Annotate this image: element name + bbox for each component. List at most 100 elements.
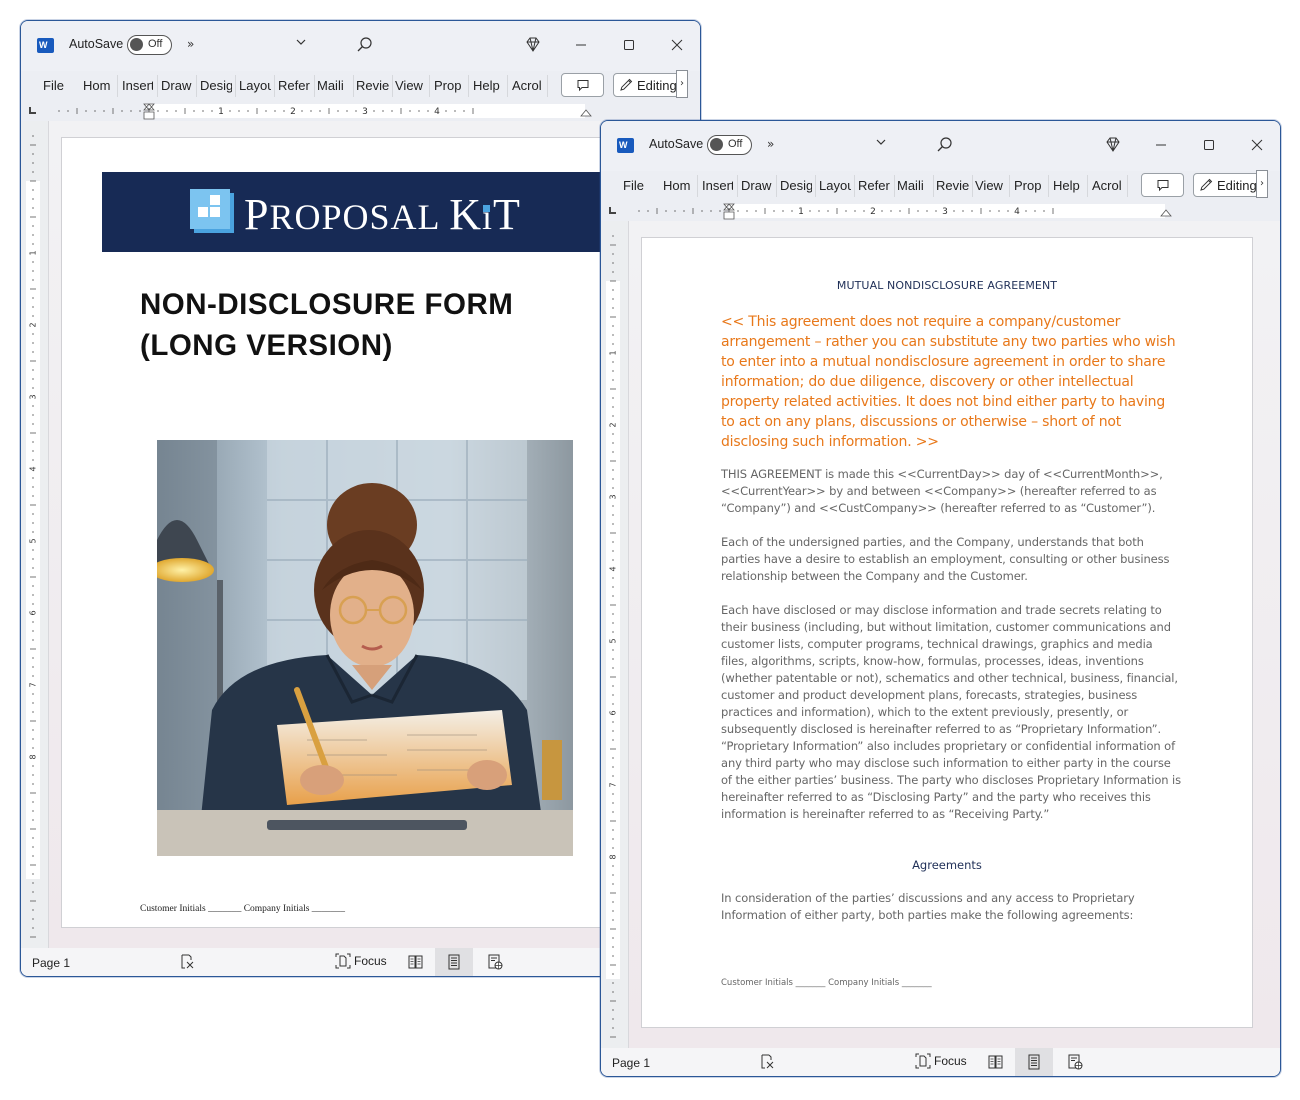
- web-layout-button[interactable]: [1066, 1053, 1084, 1071]
- comments-button[interactable]: [561, 73, 604, 97]
- tab-layout[interactable]: Layou: [819, 177, 851, 195]
- comment-icon: [577, 80, 588, 92]
- document-page[interactable]: MUTUAL NONDISCLOSURE AGREEMENT << This a…: [641, 237, 1253, 1028]
- minimize-button[interactable]: [1149, 133, 1173, 157]
- right-indent-marker[interactable]: [580, 109, 592, 117]
- tab-separator: [737, 175, 738, 197]
- tab-separator: [235, 75, 236, 97]
- tab-file[interactable]: File: [43, 77, 67, 95]
- close-button[interactable]: [665, 33, 689, 57]
- title-line-2: (LONG VERSION): [140, 329, 393, 362]
- autosave-state: Off: [148, 38, 163, 50]
- ribbon-overflow-button[interactable]: ›: [676, 70, 688, 98]
- search-icon: [937, 137, 952, 152]
- tab-home[interactable]: Hom: [663, 177, 693, 195]
- web-layout-button[interactable]: [486, 953, 504, 971]
- read-mode-icon: [408, 955, 423, 969]
- search-button[interactable]: [935, 135, 955, 155]
- autosave-toggle[interactable]: Off: [127, 35, 172, 55]
- tab-properties[interactable]: Prop: [434, 77, 465, 95]
- toggle-knob: [710, 138, 723, 151]
- editing-label: Editing: [1217, 177, 1257, 193]
- horizontal-ruler[interactable]: 1 2 3 4: [601, 201, 1280, 221]
- maximize-button[interactable]: [1197, 133, 1221, 157]
- tab-draw[interactable]: Draw: [161, 77, 193, 95]
- tab-design[interactable]: Desig: [780, 177, 812, 195]
- page-number[interactable]: Page 1: [32, 956, 70, 970]
- ruler-number: 6: [609, 710, 618, 715]
- tab-separator: [507, 75, 508, 97]
- tab-insert[interactable]: Insert: [702, 177, 733, 195]
- tab-home[interactable]: Hom: [83, 77, 113, 95]
- tab-separator: [815, 175, 816, 197]
- tab-help[interactable]: Help: [473, 77, 503, 95]
- premium-button[interactable]: [523, 35, 543, 55]
- vertical-ruler[interactable]: 1 2 3 4 5 6 7 8: [601, 221, 629, 1048]
- accessibility-button[interactable]: [759, 1053, 777, 1071]
- tab-insert[interactable]: Insert: [122, 77, 153, 95]
- print-layout-button[interactable]: [445, 953, 463, 971]
- chevron-down-icon: [296, 39, 306, 45]
- horizontal-ruler[interactable]: 1 2 3 4: [21, 101, 700, 121]
- tab-file[interactable]: File: [623, 177, 647, 195]
- tab-references[interactable]: Refer: [858, 177, 891, 195]
- close-button[interactable]: [1245, 133, 1269, 157]
- ribbon-overflow-button[interactable]: ›: [1256, 170, 1268, 198]
- accessibility-check-icon: [181, 954, 194, 969]
- toggle-knob: [130, 38, 143, 51]
- focus-button[interactable]: Focus: [335, 953, 387, 969]
- tab-acrobat[interactable]: Acrol: [512, 77, 544, 95]
- tab-mailings[interactable]: Maili: [317, 77, 349, 95]
- tab-layout[interactable]: Layou: [239, 77, 271, 95]
- right-indent-marker[interactable]: [1160, 209, 1172, 217]
- customize-toolbar-dropdown[interactable]: [874, 135, 888, 153]
- accessibility-button[interactable]: [179, 953, 197, 971]
- close-icon: [671, 39, 683, 51]
- minimize-icon: [1156, 144, 1166, 146]
- paragraph-consideration: In consideration of the parties’ discuss…: [721, 891, 1135, 922]
- tab-draw[interactable]: Draw: [741, 177, 773, 195]
- autosave-toggle[interactable]: Off: [707, 135, 752, 155]
- page-number[interactable]: Page 1: [612, 1056, 650, 1070]
- tab-separator: [314, 75, 315, 97]
- document-canvas[interactable]: 1 2 3 4 5 6 7 8 MUTUAL NONDISCLOSURE AGREEMENT …: [601, 221, 1280, 1048]
- tab-mailings[interactable]: Maili: [897, 177, 929, 195]
- tab-help[interactable]: Help: [1053, 177, 1083, 195]
- customize-toolbar-dropdown[interactable]: [294, 35, 308, 53]
- search-icon: [357, 37, 372, 52]
- print-layout-button[interactable]: [1025, 1053, 1043, 1071]
- title-bar: W AutoSave Off »: [21, 21, 700, 71]
- read-mode-icon: [988, 1055, 1003, 1069]
- minimize-icon: [576, 44, 586, 46]
- tab-review[interactable]: Revie: [356, 77, 389, 95]
- minimize-button[interactable]: [569, 33, 593, 57]
- tab-separator: [1087, 175, 1088, 197]
- tab-acrobat[interactable]: Acrol: [1092, 177, 1124, 195]
- paragraph-parties: Each of the undersigned parties, and the…: [721, 535, 1170, 583]
- more-commands-button[interactable]: »: [767, 137, 774, 151]
- tab-properties[interactable]: Prop: [1014, 177, 1045, 195]
- comments-button[interactable]: [1141, 173, 1184, 197]
- read-mode-button[interactable]: [987, 1053, 1005, 1071]
- document-canvas[interactable]: 1 2 3 4 5 6 7 8 PROPOSAL Kı T NON-DISCLOSURE FOR…: [21, 121, 700, 948]
- vertical-ruler[interactable]: 1 2 3 4 5 6 7 8: [21, 121, 49, 948]
- ruler-number: 1: [609, 350, 618, 355]
- tab-references[interactable]: Refer: [278, 77, 311, 95]
- tab-separator: [854, 175, 855, 197]
- cover-illustration[interactable]: [157, 440, 573, 856]
- premium-button[interactable]: [1103, 135, 1123, 155]
- ruler-number: 4: [29, 466, 38, 471]
- ruler-number: 6: [29, 610, 38, 615]
- focus-button[interactable]: Focus: [915, 1053, 967, 1069]
- tab-view[interactable]: View: [975, 177, 1005, 195]
- read-mode-button[interactable]: [407, 953, 425, 971]
- ruler-ticks: 1 2 3 4: [58, 103, 592, 120]
- paragraph-agreement-date: THIS AGREEMENT is made this <<CurrentDay…: [721, 467, 1163, 515]
- tab-view[interactable]: View: [395, 77, 425, 95]
- maximize-button[interactable]: [617, 33, 641, 57]
- maximize-icon: [1204, 140, 1214, 150]
- tab-review[interactable]: Revie: [936, 177, 969, 195]
- tab-design[interactable]: Desig: [200, 77, 232, 95]
- search-button[interactable]: [355, 35, 375, 55]
- more-commands-button[interactable]: »: [187, 37, 194, 51]
